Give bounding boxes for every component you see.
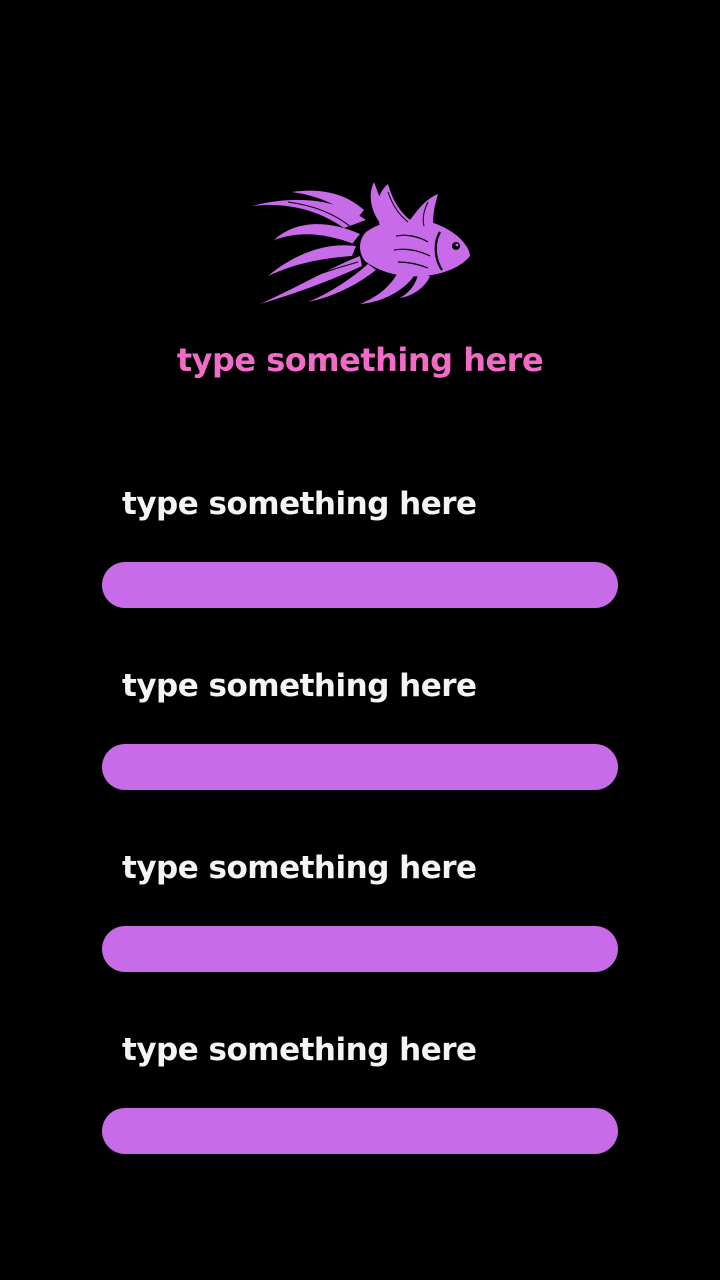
- field-label-1: type something here: [122, 486, 477, 522]
- text-field-4[interactable]: [102, 1108, 618, 1154]
- text-field-2[interactable]: [102, 744, 618, 790]
- headline-title: type something here: [176, 341, 544, 379]
- field-label-4: type something here: [122, 1032, 477, 1068]
- fish-shape: [252, 182, 470, 304]
- field-label-3: type something here: [122, 850, 477, 886]
- field-label-2: type something here: [122, 668, 477, 704]
- betta-fish-icon: [248, 180, 474, 308]
- text-field-3[interactable]: [102, 926, 618, 972]
- text-field-1[interactable]: [102, 562, 618, 608]
